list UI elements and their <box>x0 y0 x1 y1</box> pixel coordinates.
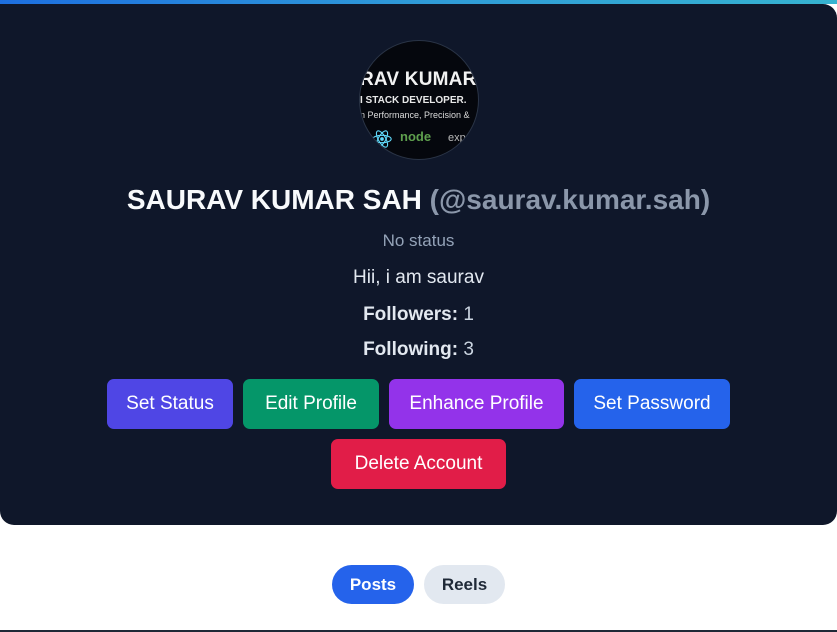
avatar-text-tagline: n Performance, Precision & <box>360 110 470 120</box>
followers-stat[interactable]: Followers: 1 <box>0 304 837 326</box>
nodejs-logo-icon: node <box>400 129 432 144</box>
avatar[interactable]: RAV KUMAR I STACK DEVELOPER. n Performan… <box>359 40 479 160</box>
following-label: Following: <box>363 339 459 360</box>
tab-posts[interactable]: Posts <box>332 565 414 604</box>
profile-card: RAV KUMAR I STACK DEVELOPER. n Performan… <box>0 4 837 525</box>
profile-status: No status <box>382 231 455 250</box>
tab-reels[interactable]: Reels <box>424 565 505 604</box>
set-password-button[interactable]: Set Password <box>574 379 730 429</box>
avatar-text-subtitle: I STACK DEVELOPER. <box>360 95 467 106</box>
followers-label: Followers: <box>363 304 459 325</box>
profile-handle: (@saurav.kumar.sah) <box>429 184 711 215</box>
express-logo-icon: exp <box>448 132 466 144</box>
profile-name: SAURAV KUMAR SAH <box>126 184 422 215</box>
edit-profile-button[interactable]: Edit Profile <box>243 379 379 429</box>
following-count: 3 <box>463 339 474 360</box>
enhance-profile-button[interactable]: Enhance Profile <box>389 379 564 429</box>
profile-name-row: SAURAV KUMAR SAH (@saurav.kumar.sah) <box>0 184 837 216</box>
react-logo-icon <box>372 130 392 148</box>
delete-account-button[interactable]: Delete Account <box>331 439 506 489</box>
set-status-button[interactable]: Set Status <box>107 379 233 429</box>
followers-count: 1 <box>463 304 474 325</box>
following-stat[interactable]: Following: 3 <box>0 339 837 361</box>
avatar-text-title: RAV KUMAR <box>360 69 477 90</box>
profile-bio: Hii, i am saurav <box>353 267 484 288</box>
